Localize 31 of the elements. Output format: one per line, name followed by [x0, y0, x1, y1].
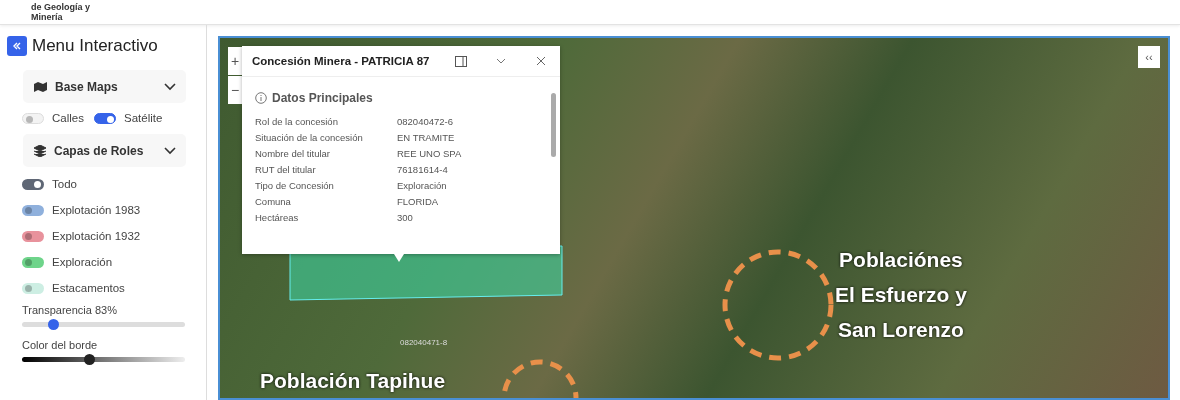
map-annotation: Poblaciónes El Esfuerzo y San Lorenzo	[835, 247, 967, 343]
layer-label: Explotación 1983	[52, 204, 141, 216]
slider-label: Transparencia 83%	[22, 304, 118, 316]
toggle-label: Calles	[52, 112, 84, 124]
logo-text: Minería	[31, 12, 64, 22]
map-annotation: Población Tapihue	[260, 368, 446, 394]
layer-label: Todo	[52, 178, 77, 190]
logo-text: de Geología y	[31, 2, 91, 12]
field-label: Nombre del titular	[255, 148, 331, 159]
field-label: Hectáreas	[255, 212, 300, 223]
field-value: FLORIDA	[397, 196, 440, 207]
layer-label: Estacamentos	[52, 282, 125, 294]
field-label: Situación de la concesión	[255, 132, 364, 143]
field-label: Tipo de Concesión	[255, 180, 335, 191]
toggle-label: Satélite	[123, 112, 163, 124]
field-value: 300	[397, 212, 414, 223]
slider-label: Color del borde	[22, 339, 99, 351]
field-value: EN TRAMITE	[397, 132, 456, 143]
section-title: Datos Principales	[272, 91, 373, 105]
field-value: 082040472-6	[397, 116, 454, 127]
layer-label: Explotación 1932	[52, 230, 141, 242]
field-value: REE UNO SPA	[397, 148, 463, 159]
layer-label: Exploración	[52, 256, 113, 268]
field-value: 76181614-4	[397, 164, 449, 175]
parcel-label: 082040471-8	[400, 338, 448, 347]
field-value: Exploración	[397, 180, 448, 191]
sidebar-title: Menu Interactivo	[32, 36, 158, 56]
field-label: Rol de la concesión	[255, 116, 339, 127]
field-label: Comuna	[255, 196, 292, 207]
popup-title: Concesión Minera - PATRICIA 87	[252, 55, 431, 67]
field-label: RUT del titular	[255, 164, 317, 175]
